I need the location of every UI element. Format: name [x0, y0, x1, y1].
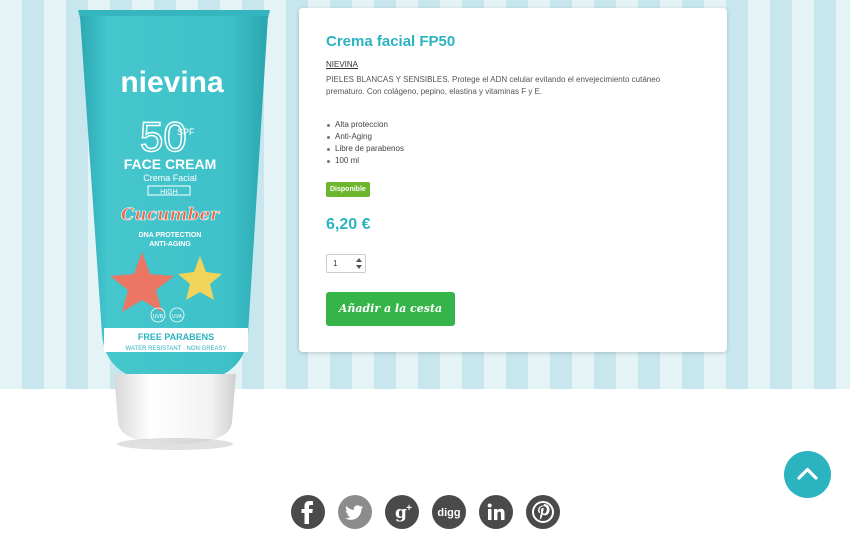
spinner-arrows-icon[interactable] — [356, 258, 362, 269]
pack-spf-label: SPF — [177, 127, 195, 137]
feature-item: Alta proteccion — [326, 119, 404, 131]
pack-uva: UVA — [172, 314, 183, 320]
pinterest-icon[interactable] — [526, 495, 560, 529]
quantity-select[interactable]: 1 — [326, 254, 366, 273]
chevron-up-icon — [797, 467, 818, 480]
pack-claim-2: ANTI-AGING — [149, 241, 191, 248]
pack-brand: nievina — [120, 66, 224, 99]
linkedin-icon[interactable] — [479, 495, 513, 529]
facebook-icon[interactable] — [291, 495, 325, 529]
pack-free-parabens: FREE PARABENS — [138, 332, 214, 342]
feature-item: Libre de parabenos — [326, 143, 404, 155]
svg-text:+: + — [406, 503, 412, 514]
twitter-icon[interactable] — [338, 495, 372, 529]
availability-badge: Disponible — [326, 182, 370, 197]
product-image: nievina 50 SPF FACE CREAM Crema Facial H… — [70, 4, 280, 454]
svg-text:digg: digg — [437, 507, 460, 519]
scroll-to-top-button[interactable] — [784, 451, 831, 498]
product-title: Crema facial FP50 — [326, 33, 456, 50]
product-price: 6,20 € — [326, 216, 371, 233]
digg-icon[interactable]: digg — [432, 495, 466, 529]
pack-claim-1: DNA PROTECTION — [139, 232, 202, 239]
feature-list: Alta proteccion Anti-Aging Libre de para… — [326, 119, 404, 167]
quantity-value: 1 — [333, 259, 338, 268]
pack-subname: Crema Facial — [143, 173, 197, 183]
pack-flavor: Cucumber — [121, 205, 220, 225]
pack-level: HIGH — [160, 189, 178, 196]
pack-footer: WATER RESISTANT · NON GREASY — [125, 346, 226, 352]
pack-name: FACE CREAM — [124, 156, 217, 172]
add-to-cart-button[interactable]: Añadir a la cesta — [326, 292, 455, 326]
google-plus-icon[interactable]: g + — [385, 495, 419, 529]
feature-item: 100 ml — [326, 155, 404, 167]
pack-uvb: UVB — [153, 314, 164, 320]
brand-link[interactable]: NIEVINA — [326, 60, 358, 69]
product-info-card: Crema facial FP50 NIEVINA PIELES BLANCAS… — [299, 8, 727, 352]
feature-item: Anti-Aging — [326, 131, 404, 143]
product-description: PIELES BLANCAS Y SENSIBLES. Protege el A… — [326, 75, 661, 96]
